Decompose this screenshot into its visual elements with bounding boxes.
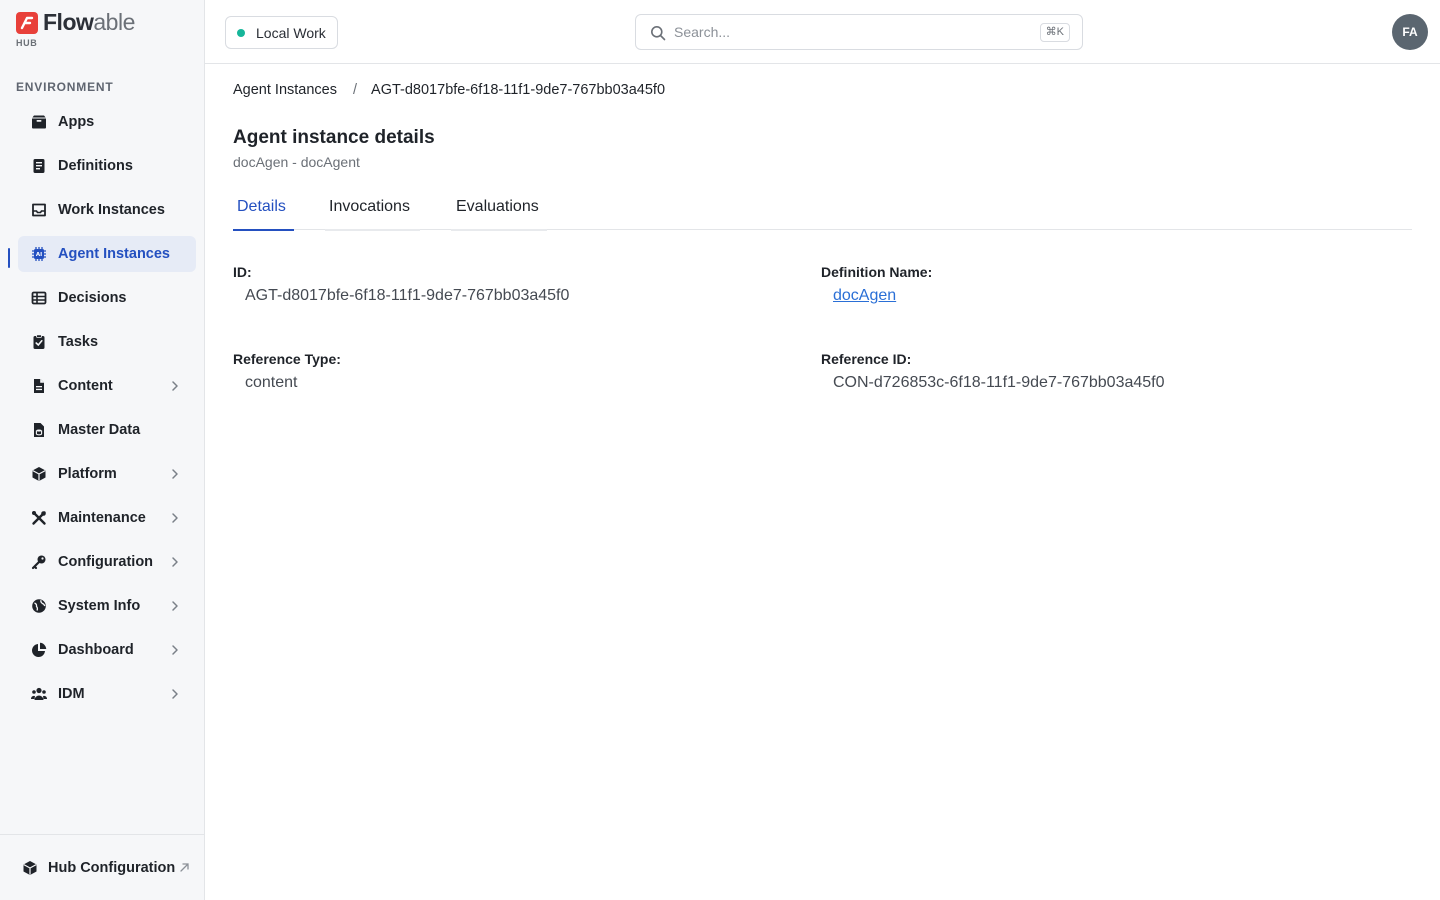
- global-search[interactable]: ⌘K: [635, 14, 1083, 50]
- search-shortcut-hint: ⌘K: [1039, 23, 1070, 42]
- inbox-icon: [31, 202, 47, 218]
- breadcrumb-separator: /: [353, 82, 358, 98]
- sidebar-item-idm[interactable]: IDM: [18, 676, 196, 712]
- tab-underline: [233, 229, 294, 231]
- page-subtitle: docAgen - docAgent: [233, 154, 360, 170]
- chevron-right-icon: [172, 601, 178, 611]
- sidebar-item-label: System Info: [58, 598, 141, 614]
- tools-icon: [31, 510, 47, 526]
- field-label: Definition Name:: [821, 264, 933, 280]
- chevron-right-icon: [172, 469, 178, 479]
- table-icon: [31, 290, 47, 306]
- chevron-right-icon: [172, 645, 178, 655]
- field-label: Reference Type:: [233, 351, 341, 367]
- sidebar-item-work-instances[interactable]: Work Instances: [18, 192, 196, 228]
- clipboard-check-icon: [31, 334, 47, 350]
- key-icon: [31, 554, 47, 570]
- sidebar-item-label: Maintenance: [58, 510, 146, 526]
- sidebar-item-system-info[interactable]: System Info: [18, 588, 196, 624]
- search-icon: [651, 26, 666, 41]
- sidebar-item-label: Configuration: [58, 554, 154, 570]
- field-definition-name: Definition Name: docAgen: [821, 264, 932, 305]
- brand-sub: HUB: [16, 38, 38, 48]
- breadcrumb-current: AGT-d8017bfe-6f18-11f1-9de7-767bb03a45f0: [371, 82, 666, 98]
- detail-tabs: Details Invocations Evaluations: [233, 190, 1412, 231]
- sidebar-item-label: Agent Instances: [58, 246, 170, 262]
- sidebar-item-maintenance[interactable]: Maintenance: [18, 500, 196, 536]
- search-input[interactable]: [674, 15, 1034, 49]
- sidebar-item-content[interactable]: Content: [18, 368, 196, 404]
- cube-icon: [23, 860, 37, 875]
- breadcrumb: Agent Instances / AGT-d8017bfe-6f18-11f1-9…: [233, 82, 665, 98]
- document-list-icon: [31, 158, 47, 174]
- brand-name: Flowable: [43, 9, 135, 35]
- sidebar-item-configuration[interactable]: Configuration: [18, 544, 196, 580]
- tab-label: Evaluations: [456, 198, 539, 215]
- users-icon: [31, 686, 47, 702]
- sidebar-item-label: Work Instances: [58, 202, 165, 218]
- sidebar-item-label: Platform: [58, 466, 117, 482]
- box-icon: [31, 114, 47, 130]
- definition-name-link[interactable]: docAgen: [833, 287, 932, 305]
- file-database-icon: [31, 422, 47, 438]
- external-link-icon: [180, 863, 189, 872]
- field-value: AGT-d8017bfe-6f18-11f1-9de7-767bb03a45f0: [245, 287, 570, 304]
- sidebar-item-label: Apps: [58, 114, 95, 130]
- tab-details[interactable]: Details: [233, 190, 294, 231]
- sidebar-item-apps[interactable]: Apps: [18, 104, 196, 140]
- chevron-right-icon: [172, 381, 178, 391]
- chevron-right-icon: [172, 513, 178, 523]
- tab-underline: [325, 229, 420, 231]
- sidebar-item-label: Content: [58, 378, 113, 394]
- sidebar-item-label: IDM: [58, 686, 85, 702]
- field-reference-type: Reference Type: content: [233, 351, 341, 392]
- field-value: content: [245, 374, 298, 391]
- svg-text:AI: AI: [36, 252, 42, 258]
- cube-icon: [31, 466, 47, 482]
- field-label: Reference ID:: [821, 351, 912, 367]
- sidebar-item-label: Definitions: [58, 158, 133, 174]
- sidebar-item-label: Tasks: [58, 334, 99, 350]
- ai-chip-icon: AI: [31, 246, 47, 262]
- sidebar-item-platform[interactable]: Platform: [18, 456, 196, 492]
- tab-label: Details: [237, 198, 286, 215]
- sidebar-item-decisions[interactable]: Decisions: [18, 280, 196, 316]
- sidebar-nav: Apps Definitions Work Instances AI Agent…: [18, 104, 196, 720]
- environment-label: Local Work: [256, 24, 326, 41]
- sidebar-item-tasks[interactable]: Tasks: [18, 324, 196, 360]
- sidebar-item-label: Decisions: [58, 290, 127, 306]
- environment-status-dot: [237, 29, 245, 37]
- tab-evaluations[interactable]: Evaluations: [451, 190, 547, 231]
- tab-label: Invocations: [329, 198, 410, 215]
- top-header: Local Work ⌘K FA: [205, 0, 1440, 64]
- globe-icon: [31, 598, 47, 614]
- active-indicator: [8, 248, 10, 268]
- field-value: CON-d726853c-6f18-11f1-9de7-767bb03a45f0: [833, 374, 1165, 391]
- user-avatar[interactable]: FA: [1392, 14, 1428, 50]
- field-label: ID:: [233, 264, 252, 280]
- sidebar-item-dashboard[interactable]: Dashboard: [18, 632, 196, 668]
- file-icon: [31, 378, 47, 394]
- pie-chart-icon: [31, 642, 47, 658]
- tab-invocations[interactable]: Invocations: [325, 190, 420, 231]
- breadcrumb-parent-link[interactable]: Agent Instances: [233, 82, 337, 98]
- section-label-environment: ENVIRONMENT: [16, 80, 114, 94]
- sidebar: Flowable HUB ENVIRONMENT Apps Definition…: [0, 0, 205, 900]
- field-id: ID: AGT-d8017bfe-6f18-11f1-9de7-767bb03a…: [233, 264, 569, 305]
- chevron-right-icon: [172, 557, 178, 567]
- tab-underline: [451, 229, 547, 231]
- hub-configuration-label: Hub Configuration: [48, 859, 176, 876]
- hub-configuration-link[interactable]: Hub Configuration: [0, 834, 204, 900]
- sidebar-item-master-data[interactable]: Master Data: [18, 412, 196, 448]
- field-reference-id: Reference ID: CON-d726853c-6f18-11f1-9de…: [821, 351, 1165, 392]
- sidebar-item-label: Master Data: [58, 422, 141, 438]
- flowable-logo-icon: [16, 12, 38, 34]
- page-title: Agent instance details: [233, 127, 435, 148]
- sidebar-item-label: Dashboard: [58, 642, 134, 658]
- chevron-right-icon: [172, 689, 178, 699]
- environment-selector[interactable]: Local Work: [225, 16, 338, 49]
- sidebar-item-agent-instances[interactable]: AI Agent Instances: [18, 236, 196, 272]
- sidebar-item-definitions[interactable]: Definitions: [18, 148, 196, 184]
